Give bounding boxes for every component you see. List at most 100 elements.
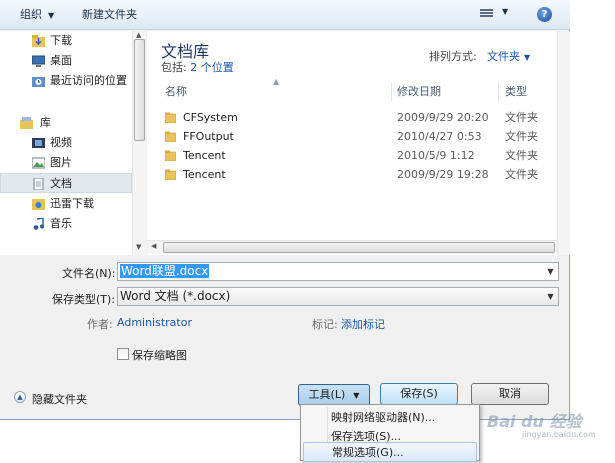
filename-value: Word联盟.docx <box>120 264 210 278</box>
help-icon[interactable]: ? <box>537 7 552 22</box>
file-name: CFSystem <box>183 111 238 124</box>
column-header-date[interactable]: 修改日期 <box>397 82 441 102</box>
arrange-by-value: 文件夹 <box>487 50 520 63</box>
file-row[interactable]: FFOutput 2010/4/27 0:53 文件夹 <box>147 127 557 146</box>
nav-item-recent-places[interactable]: 最近访问的位置 <box>0 71 132 91</box>
chevron-up-icon[interactable]: ▲ <box>14 391 26 403</box>
chevron-down-icon[interactable]: ▼ <box>543 263 558 280</box>
scroll-up-icon[interactable]: ▲ <box>136 31 141 39</box>
recent-places-icon <box>32 77 45 87</box>
menu-item-general-options[interactable]: 常规选项(G)... <box>303 442 477 462</box>
hide-folders-button[interactable]: 隐藏文件夹 <box>32 391 87 407</box>
arrange-by-dropdown[interactable]: 文件夹 ▼ <box>487 48 530 64</box>
nav-item-videos[interactable]: 视频 <box>0 133 132 153</box>
folder-icon <box>165 150 176 161</box>
nav-label: 视频 <box>50 136 72 149</box>
file-name: Tencent <box>183 168 226 181</box>
column-divider[interactable] <box>391 83 392 101</box>
column-divider[interactable] <box>498 83 499 101</box>
scroll-down-icon[interactable]: ▼ <box>136 243 141 251</box>
sort-ascending-icon: ▲ <box>273 77 280 86</box>
nav-item-downloads[interactable]: 下载 <box>0 31 132 51</box>
nav-item-thunder-downloads[interactable]: 迅雷下载 <box>0 194 132 214</box>
horizontal-scroll-thumb[interactable] <box>163 242 555 253</box>
document-icon <box>33 178 44 190</box>
menu-item-label: 映射网络驱动器(N)... <box>331 411 436 424</box>
author-label: 作者: <box>87 318 113 331</box>
file-name: Tencent <box>183 149 226 162</box>
nav-scroll-thumb[interactable] <box>134 39 145 141</box>
tags-label: 标记: <box>312 318 338 331</box>
download-folder-icon <box>32 35 45 47</box>
filename-label: 文件名(N): <box>62 267 116 280</box>
nav-item-music[interactable]: 音乐 <box>0 214 132 234</box>
save-thumbnail-label[interactable]: 保存缩略图 <box>132 347 187 363</box>
chevron-down-icon: ▼ <box>502 7 509 16</box>
thunder-download-icon <box>32 199 45 210</box>
arrange-by-label: 排列方式: <box>429 50 477 63</box>
includes-label: 包括: <box>161 61 187 74</box>
nav-label: 最近访问的位置 <box>50 74 127 87</box>
video-icon <box>32 138 45 148</box>
view-list-icon <box>480 9 493 20</box>
folder-icon <box>165 169 176 180</box>
picture-icon <box>32 157 45 169</box>
nav-item-libraries[interactable]: 库 <box>0 113 132 133</box>
tools-label: 工具(L) <box>308 388 346 401</box>
includes-locations-link[interactable]: 2 个位置 <box>190 61 234 74</box>
nav-label: 迅雷下载 <box>50 197 94 210</box>
nav-label: 库 <box>40 116 51 129</box>
menu-item-map-network-drive[interactable]: 映射网络驱动器(N)... <box>303 408 477 428</box>
chevron-down-icon[interactable]: ▼ <box>543 288 558 305</box>
nav-label: 图片 <box>50 156 72 169</box>
file-date: 2009/9/29 19:28 <box>397 168 489 181</box>
add-tags-link[interactable]: 添加标记 <box>341 316 385 332</box>
chevron-down-icon: ▼ <box>48 11 55 20</box>
tools-button[interactable]: 工具(L) ▼ <box>298 384 370 406</box>
folder-icon <box>165 131 176 142</box>
music-icon <box>33 218 44 230</box>
scroll-left-icon[interactable]: ◀ <box>151 242 156 250</box>
desktop-icon <box>32 55 45 67</box>
library-includes: 包括: 2 个位置 <box>161 59 234 75</box>
nav-item-documents[interactable]: 文档 <box>0 173 132 193</box>
library-icon <box>20 117 33 129</box>
nav-label: 桌面 <box>50 54 72 67</box>
file-name: FFOutput <box>183 130 234 143</box>
file-row[interactable]: CFSystem 2009/9/29 20:20 文件夹 <box>147 108 557 127</box>
command-toolbar: 组织 ▼ 新建文件夹 ▼ ? <box>0 0 570 30</box>
file-list-horizontal-scrollbar[interactable]: ◀ <box>147 240 557 254</box>
nav-scrollbar[interactable]: ▲ ▼ <box>132 31 146 255</box>
file-list-vertical-scrollbar[interactable] <box>557 31 570 255</box>
save-button[interactable]: 保存(S) <box>380 383 458 405</box>
file-type: 文件夹 <box>505 149 538 162</box>
file-row[interactable]: Tencent 2009/9/29 19:28 文件夹 <box>147 165 557 184</box>
organize-button[interactable]: 组织 ▼ <box>20 7 54 23</box>
save-thumbnail-checkbox[interactable] <box>117 348 129 360</box>
file-date: 2010/4/27 0:53 <box>397 130 482 143</box>
chevron-down-icon: ▼ <box>524 53 531 62</box>
file-type: 文件夹 <box>505 168 538 181</box>
new-folder-button[interactable]: 新建文件夹 <box>82 7 137 23</box>
author-value[interactable]: Administrator <box>117 316 192 329</box>
save-type-select[interactable]: Word 文档 (*.docx) ▼ <box>117 287 559 306</box>
nav-label: 下载 <box>50 34 72 47</box>
save-as-dialog: 组织 ▼ 新建文件夹 ▼ ? 下载 桌面 最近访问的位置 库 视频 图片 文档 … <box>0 0 570 420</box>
file-row[interactable]: Tencent 2010/5/9 1:12 文件夹 <box>147 146 557 165</box>
nav-label: 音乐 <box>50 217 72 230</box>
menu-item-label: 常规选项(G)... <box>332 446 404 459</box>
change-view-button[interactable]: ▼ <box>480 7 514 22</box>
file-type: 文件夹 <box>505 111 538 124</box>
filename-input[interactable]: Word联盟.docx ▼ <box>117 262 559 281</box>
nav-item-pictures[interactable]: 图片 <box>0 153 132 173</box>
folder-icon <box>165 112 176 123</box>
chevron-down-icon: ▼ <box>353 391 360 400</box>
file-date: 2010/5/9 1:12 <box>397 149 475 162</box>
column-header-name[interactable]: 名称 <box>165 82 187 102</box>
nav-item-desktop[interactable]: 桌面 <box>0 51 132 71</box>
column-header-type[interactable]: 类型 <box>505 82 527 102</box>
organize-label: 组织 <box>20 8 42 21</box>
tools-menu: 映射网络驱动器(N)... 保存选项(S)... 常规选项(G)... <box>300 404 480 462</box>
navigation-pane: 下载 桌面 最近访问的位置 库 视频 图片 文档 迅雷下载 音乐 ▲ ▼ <box>0 31 146 255</box>
cancel-button[interactable]: 取消 <box>471 383 549 405</box>
